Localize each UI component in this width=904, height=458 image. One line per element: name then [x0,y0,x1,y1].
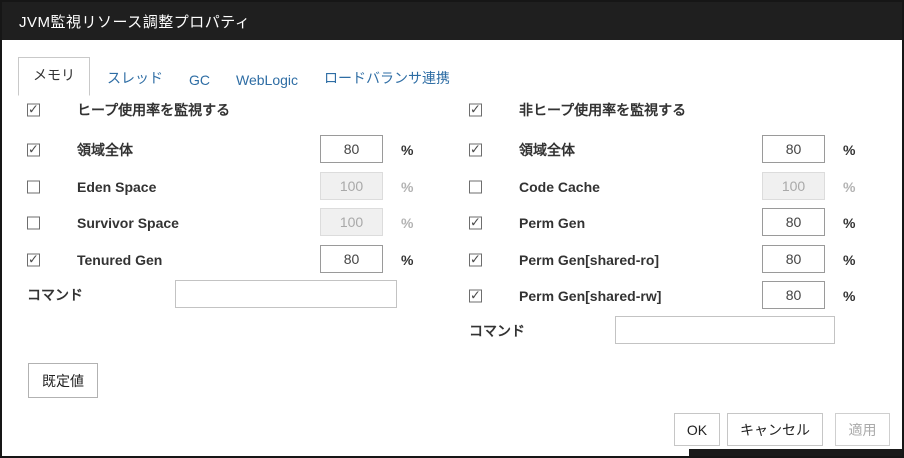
heap-monitor-checkbox[interactable] [27,104,40,117]
tab-weblogic[interactable]: WebLogic [223,65,311,96]
jvm-monitor-adjust-dialog: JVM監視リソース調整プロパティ メモリ スレッド GC WebLogic ロー… [0,0,904,458]
heap-command-input[interactable] [175,280,397,308]
nonheap-monitor-row: 非ヒープ使用率を監視する [469,95,894,125]
code-cache-row: Code Cache % [469,172,894,202]
nonheap-monitor-label: 非ヒープ使用率を監視する [519,100,686,120]
heap-settings-column: ヒープ使用率を監視する 領域全体 % Eden Space % Survivor… [27,95,452,365]
tab-memory[interactable]: メモリ [18,57,90,96]
perm-gen-label: Perm Gen [519,215,585,231]
percent-label: % [401,142,413,158]
code-cache-input[interactable] [762,172,825,200]
perm-gen-shared-rw-label: Perm Gen[shared-rw] [519,288,661,304]
nonheap-total-checkbox[interactable] [469,144,482,157]
perm-gen-shared-rw-checkbox[interactable] [469,290,482,303]
heap-total-label: 領域全体 [77,140,133,160]
perm-gen-shared-ro-label: Perm Gen[shared-ro] [519,252,659,268]
heap-monitor-label: ヒープ使用率を監視する [77,100,230,120]
eden-space-row: Eden Space % [27,172,452,202]
tab-gc[interactable]: GC [176,65,223,96]
tenured-gen-label: Tenured Gen [77,252,162,268]
perm-gen-shared-ro-row: Perm Gen[shared-ro] % [469,245,894,275]
percent-label: % [843,215,855,231]
percent-label: % [401,252,413,268]
perm-gen-shared-rw-input[interactable] [762,281,825,309]
survivor-space-row: Survivor Space % [27,208,452,238]
apply-button[interactable]: 適用 [835,413,890,446]
nonheap-total-input[interactable] [762,135,825,163]
nonheap-monitor-checkbox[interactable] [469,104,482,117]
tenured-gen-checkbox[interactable] [27,254,40,267]
perm-gen-checkbox[interactable] [469,217,482,230]
code-cache-label: Code Cache [519,179,600,195]
eden-space-input[interactable] [320,172,383,200]
code-cache-checkbox[interactable] [469,181,482,194]
percent-label: % [843,252,855,268]
dialog-titlebar: JVM監視リソース調整プロパティ [2,2,902,40]
nonheap-total-row: 領域全体 % [469,135,894,165]
eden-space-label: Eden Space [77,179,156,195]
heap-total-input[interactable] [320,135,383,163]
percent-label: % [843,142,855,158]
perm-gen-shared-ro-checkbox[interactable] [469,254,482,267]
tab-bar: メモリ スレッド GC WebLogic ロードバランサ連携 [18,57,463,96]
eden-space-checkbox[interactable] [27,181,40,194]
percent-label: % [843,288,855,304]
nonheap-command-label: コマンド [469,321,525,341]
survivor-space-input[interactable] [320,208,383,236]
heap-command-label: コマンド [27,285,83,305]
survivor-space-label: Survivor Space [77,215,179,231]
perm-gen-input[interactable] [762,208,825,236]
cancel-button[interactable]: キャンセル [727,413,823,446]
percent-label: % [401,215,413,231]
percent-label: % [843,179,855,195]
dialog-title: JVM監視リソース調整プロパティ [19,11,250,32]
percent-label: % [401,179,413,195]
survivor-space-checkbox[interactable] [27,217,40,230]
perm-gen-shared-rw-row: Perm Gen[shared-rw] % [469,281,894,311]
heap-total-row: 領域全体 % [27,135,452,165]
nonheap-command-row: コマンド [469,316,894,346]
tenured-gen-input[interactable] [320,245,383,273]
ok-button[interactable]: OK [674,413,720,446]
default-values-button[interactable]: 既定値 [28,363,98,398]
nonheap-command-input[interactable] [615,316,835,344]
tenured-gen-row: Tenured Gen % [27,245,452,275]
heap-total-checkbox[interactable] [27,144,40,157]
perm-gen-row: Perm Gen % [469,208,894,238]
heap-command-row: コマンド [27,280,452,310]
nonheap-total-label: 領域全体 [519,140,575,160]
tab-thread[interactable]: スレッド [94,61,176,96]
tab-load-balancer[interactable]: ロードバランサ連携 [311,61,463,96]
heap-monitor-row: ヒープ使用率を監視する [27,95,452,125]
background-window-edge [689,449,902,456]
nonheap-settings-column: 非ヒープ使用率を監視する 領域全体 % Code Cache % Perm Ge… [469,95,894,365]
perm-gen-shared-ro-input[interactable] [762,245,825,273]
